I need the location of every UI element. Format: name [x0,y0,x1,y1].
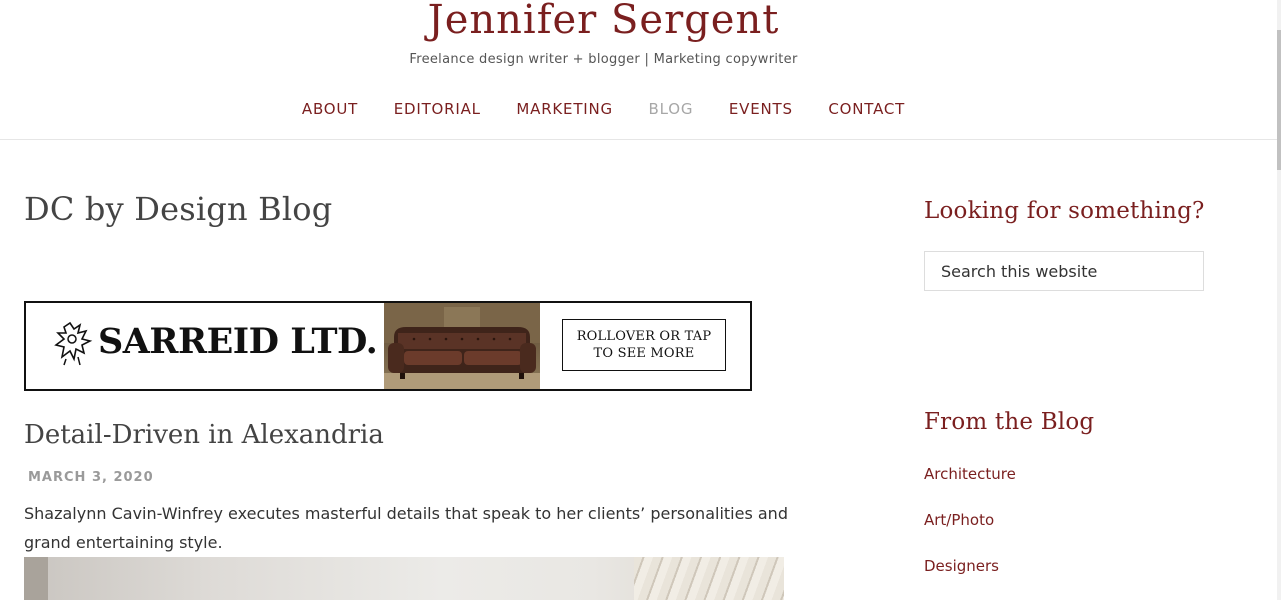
nav-item-marketing[interactable]: MARKETING [516,100,613,118]
search-input[interactable] [924,251,1204,291]
scrollbar-thumb[interactable] [1277,30,1281,170]
list-item: Designers [924,557,999,576]
site-title[interactable]: Jennifer Sergent [0,0,1207,46]
nav-item-editorial[interactable]: EDITORIAL [394,100,481,118]
site-header: Jennifer Sergent Freelance design writer… [0,0,1281,140]
sofa-photo [384,303,540,389]
post-featured-image[interactable] [24,557,784,600]
nav-item-events[interactable]: EVENTS [729,100,793,118]
griffin-emblem-icon [54,321,93,366]
page-scrollbar[interactable] [1277,0,1281,600]
sarreid-banner-ad[interactable]: SARREID LTD. ROLLOVER OR TAP TO SEE MORE [24,301,752,391]
site-tagline: Freelance design writer + blogger | Mark… [409,52,798,67]
ad-cta-line-1: ROLLOVER OR TAP [576,329,712,344]
list-item: Architecture [924,465,1016,484]
sofa-illustration [384,303,540,389]
image-molding-detail [634,557,784,600]
nav-item-contact[interactable]: CONTACT [828,100,905,118]
ad-cta-box[interactable]: ROLLOVER OR TAP TO SEE MORE [562,319,726,371]
ad-brand-name: SARREID LTD. [98,321,378,362]
ad-cta-line-2: TO SEE MORE [593,346,695,361]
category-link-designers[interactable]: Designers [924,557,999,575]
nav-item-about[interactable]: ABOUT [302,100,358,118]
post-excerpt: Shazalynn Cavin-Winfrey executes masterf… [24,504,788,552]
post-date: MARCH 3, 2020 [28,470,154,485]
post-title[interactable]: Detail-Driven in Alexandria [24,420,384,450]
image-shadow-edge [24,557,48,600]
list-item: Art/Photo [924,511,994,530]
blog-widget-title: From the Blog [924,409,1095,435]
main-nav: ABOUT EDITORIAL MARKETING BLOG EVENTS CO… [0,100,1207,118]
nav-item-blog[interactable]: BLOG [649,100,694,118]
search-widget-title: Looking for something? [924,198,1205,224]
category-link-architecture[interactable]: Architecture [924,465,1016,483]
page-title: DC by Design Blog [24,190,333,228]
category-link-art-photo[interactable]: Art/Photo [924,511,994,529]
